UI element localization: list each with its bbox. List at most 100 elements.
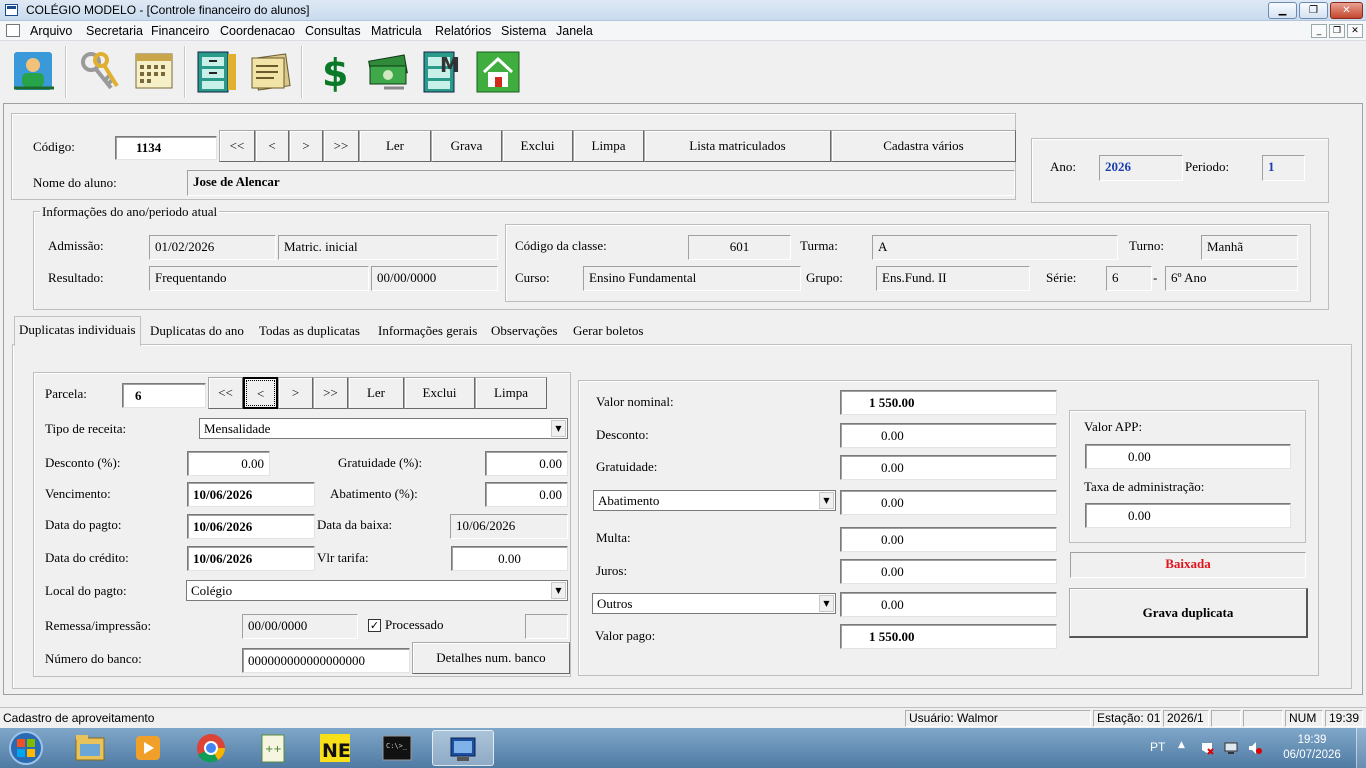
menu-matricula[interactable]: Matricula bbox=[371, 24, 422, 38]
mdi-close-button[interactable]: ✕ bbox=[1347, 24, 1363, 38]
app-window-icon[interactable] bbox=[5, 4, 18, 16]
calendar-icon[interactable] bbox=[130, 48, 178, 94]
volume-muted-icon[interactable] bbox=[1248, 741, 1262, 755]
chrome-icon[interactable] bbox=[182, 730, 240, 766]
show-desktop-button[interactable] bbox=[1356, 728, 1366, 768]
grava-button[interactable]: Grava bbox=[431, 130, 502, 162]
menu-sistema[interactable]: Sistema bbox=[501, 24, 546, 38]
chevron-down-icon[interactable]: ▼ bbox=[819, 492, 834, 509]
desconto-input[interactable]: 0.00 bbox=[840, 423, 1057, 448]
dollar-icon[interactable]: $ bbox=[310, 48, 358, 95]
chevron-down-icon[interactable]: ▼ bbox=[819, 595, 834, 612]
taxa-adm-input[interactable]: 0.00 bbox=[1085, 503, 1291, 528]
data-credito-input[interactable]: 10/06/2026 bbox=[187, 546, 315, 571]
numero-banco-label: Número do banco: bbox=[45, 651, 142, 666]
processado-checkbox[interactable]: ✓ bbox=[368, 619, 381, 632]
menu-financeiro[interactable]: Financeiro bbox=[151, 24, 209, 38]
keys-icon[interactable] bbox=[75, 48, 123, 94]
tab-duplicatas-individuais[interactable]: Duplicatas individuais bbox=[14, 316, 141, 346]
codigo-input[interactable]: 1134 bbox=[115, 136, 217, 160]
limpa-button[interactable]: Limpa bbox=[573, 130, 644, 162]
network-icon[interactable] bbox=[1224, 741, 1238, 755]
vlr-tarifa-input[interactable]: 0.00 bbox=[451, 546, 568, 571]
abatimento-pct-input[interactable]: 0.00 bbox=[485, 482, 568, 507]
menu-secretaria[interactable]: Secretaria bbox=[86, 24, 143, 38]
desconto-pct-input[interactable]: 0.00 bbox=[187, 451, 270, 476]
documents-icon[interactable] bbox=[246, 48, 294, 94]
home-icon[interactable] bbox=[474, 48, 522, 94]
valor-app-input[interactable]: 0.00 bbox=[1085, 444, 1291, 469]
parcela-input[interactable]: 6 bbox=[122, 383, 206, 408]
tab-observacoes[interactable]: Observações bbox=[487, 318, 561, 344]
cmd-icon[interactable]: C:\>_ bbox=[368, 730, 426, 766]
chevron-down-icon[interactable]: ▼ bbox=[551, 420, 566, 437]
cabinet-m-icon[interactable]: M bbox=[418, 48, 466, 94]
menu-coordenacao[interactable]: Coordenacao bbox=[220, 24, 295, 38]
abatimento-select-value: Abatimento bbox=[598, 493, 660, 508]
outros-select[interactable]: Outros ▼ bbox=[592, 593, 836, 614]
nero-icon[interactable]: NE bbox=[306, 730, 364, 766]
abatimento-select[interactable]: Abatimento ▼ bbox=[593, 490, 836, 511]
cadastra-varios-button[interactable]: Cadastra vários bbox=[831, 130, 1016, 162]
restore-button[interactable]: ❐ bbox=[1299, 2, 1328, 19]
lista-matriculados-button[interactable]: Lista matriculados bbox=[644, 130, 831, 162]
first-parcela-button[interactable]: << bbox=[208, 377, 243, 409]
exclui-button[interactable]: Exclui bbox=[502, 130, 573, 162]
dup-ler-button[interactable]: Ler bbox=[348, 377, 404, 409]
abatimento-input[interactable]: 0.00 bbox=[840, 490, 1057, 515]
local-pagto-select[interactable]: Colégio ▼ bbox=[186, 580, 568, 601]
numero-banco-input[interactable]: 000000000000000000 bbox=[242, 648, 410, 673]
previous-student-button[interactable]: < bbox=[255, 130, 289, 162]
previous-parcela-button[interactable]: < bbox=[243, 377, 278, 409]
mdi-child-icon[interactable] bbox=[6, 24, 20, 37]
turma-label: Turma: bbox=[800, 238, 838, 253]
money-bills-icon[interactable] bbox=[364, 48, 412, 94]
curso-value: Ensino Fundamental bbox=[583, 266, 801, 291]
dup-exclui-button[interactable]: Exclui bbox=[404, 377, 475, 409]
detalhes-banco-button[interactable]: Detalhes num. banco bbox=[412, 642, 570, 674]
action-center-icon[interactable] bbox=[1200, 741, 1214, 755]
start-button[interactable] bbox=[4, 730, 48, 766]
classe-label: Código da classe: bbox=[515, 238, 607, 253]
last-parcela-button[interactable]: >> bbox=[313, 377, 348, 409]
valor-pago-input[interactable]: 1 550.00 bbox=[840, 624, 1057, 649]
next-student-button[interactable]: > bbox=[289, 130, 323, 162]
chevron-down-icon[interactable]: ▼ bbox=[551, 582, 566, 599]
gratuidade-pct-input[interactable]: 0.00 bbox=[485, 451, 568, 476]
students-icon[interactable] bbox=[10, 48, 58, 94]
next-parcela-button[interactable]: > bbox=[278, 377, 313, 409]
valor-nominal-input[interactable]: 1 550.00 bbox=[840, 390, 1057, 415]
tab-todas-as-duplicatas[interactable]: Todas as duplicatas bbox=[255, 318, 364, 344]
menu-relatorios[interactable]: Relatórios bbox=[435, 24, 491, 38]
notepadpp-icon[interactable]: ++ bbox=[244, 730, 302, 766]
last-student-button[interactable]: >> bbox=[323, 130, 359, 162]
file-cabinet-icon[interactable] bbox=[192, 48, 240, 94]
menu-consultas[interactable]: Consultas bbox=[305, 24, 361, 38]
vencimento-input[interactable]: 10/06/2026 bbox=[187, 482, 315, 507]
minimize-button[interactable]: ▁ bbox=[1268, 2, 1297, 19]
tab-duplicatas-do-ano[interactable]: Duplicatas do ano bbox=[146, 318, 248, 344]
tipo-receita-select[interactable]: Mensalidade ▼ bbox=[199, 418, 568, 439]
menu-arquivo[interactable]: Arquivo bbox=[30, 24, 72, 38]
menu-janela[interactable]: Janela bbox=[556, 24, 593, 38]
first-student-button[interactable]: << bbox=[219, 130, 255, 162]
language-indicator[interactable]: PT bbox=[1150, 740, 1165, 754]
show-hidden-icons-icon[interactable]: ▲ bbox=[1178, 740, 1185, 750]
outros-input[interactable]: 0.00 bbox=[840, 592, 1057, 617]
multa-input[interactable]: 0.00 bbox=[840, 527, 1057, 552]
mdi-minimize-button[interactable]: _ bbox=[1311, 24, 1327, 38]
grava-duplicata-button[interactable]: Grava duplicata bbox=[1069, 588, 1308, 638]
data-pagto-input[interactable]: 10/06/2026 bbox=[187, 514, 315, 539]
ler-button[interactable]: Ler bbox=[359, 130, 431, 162]
mdi-restore-button[interactable]: ❐ bbox=[1329, 24, 1345, 38]
gratuidade-input[interactable]: 0.00 bbox=[840, 455, 1057, 480]
media-player-icon[interactable] bbox=[118, 730, 176, 766]
dup-limpa-button[interactable]: Limpa bbox=[475, 377, 547, 409]
explorer-icon[interactable] bbox=[60, 730, 118, 766]
tab-informacoes-gerais[interactable]: Informações gerais bbox=[374, 318, 481, 344]
close-button[interactable]: ✕ bbox=[1330, 2, 1363, 19]
tab-gerar-boletos[interactable]: Gerar boletos bbox=[569, 318, 647, 344]
taskbar-clock[interactable]: 19:39 06/07/2026 bbox=[1272, 733, 1352, 763]
school-app-icon[interactable] bbox=[432, 730, 494, 766]
juros-input[interactable]: 0.00 bbox=[840, 559, 1057, 584]
